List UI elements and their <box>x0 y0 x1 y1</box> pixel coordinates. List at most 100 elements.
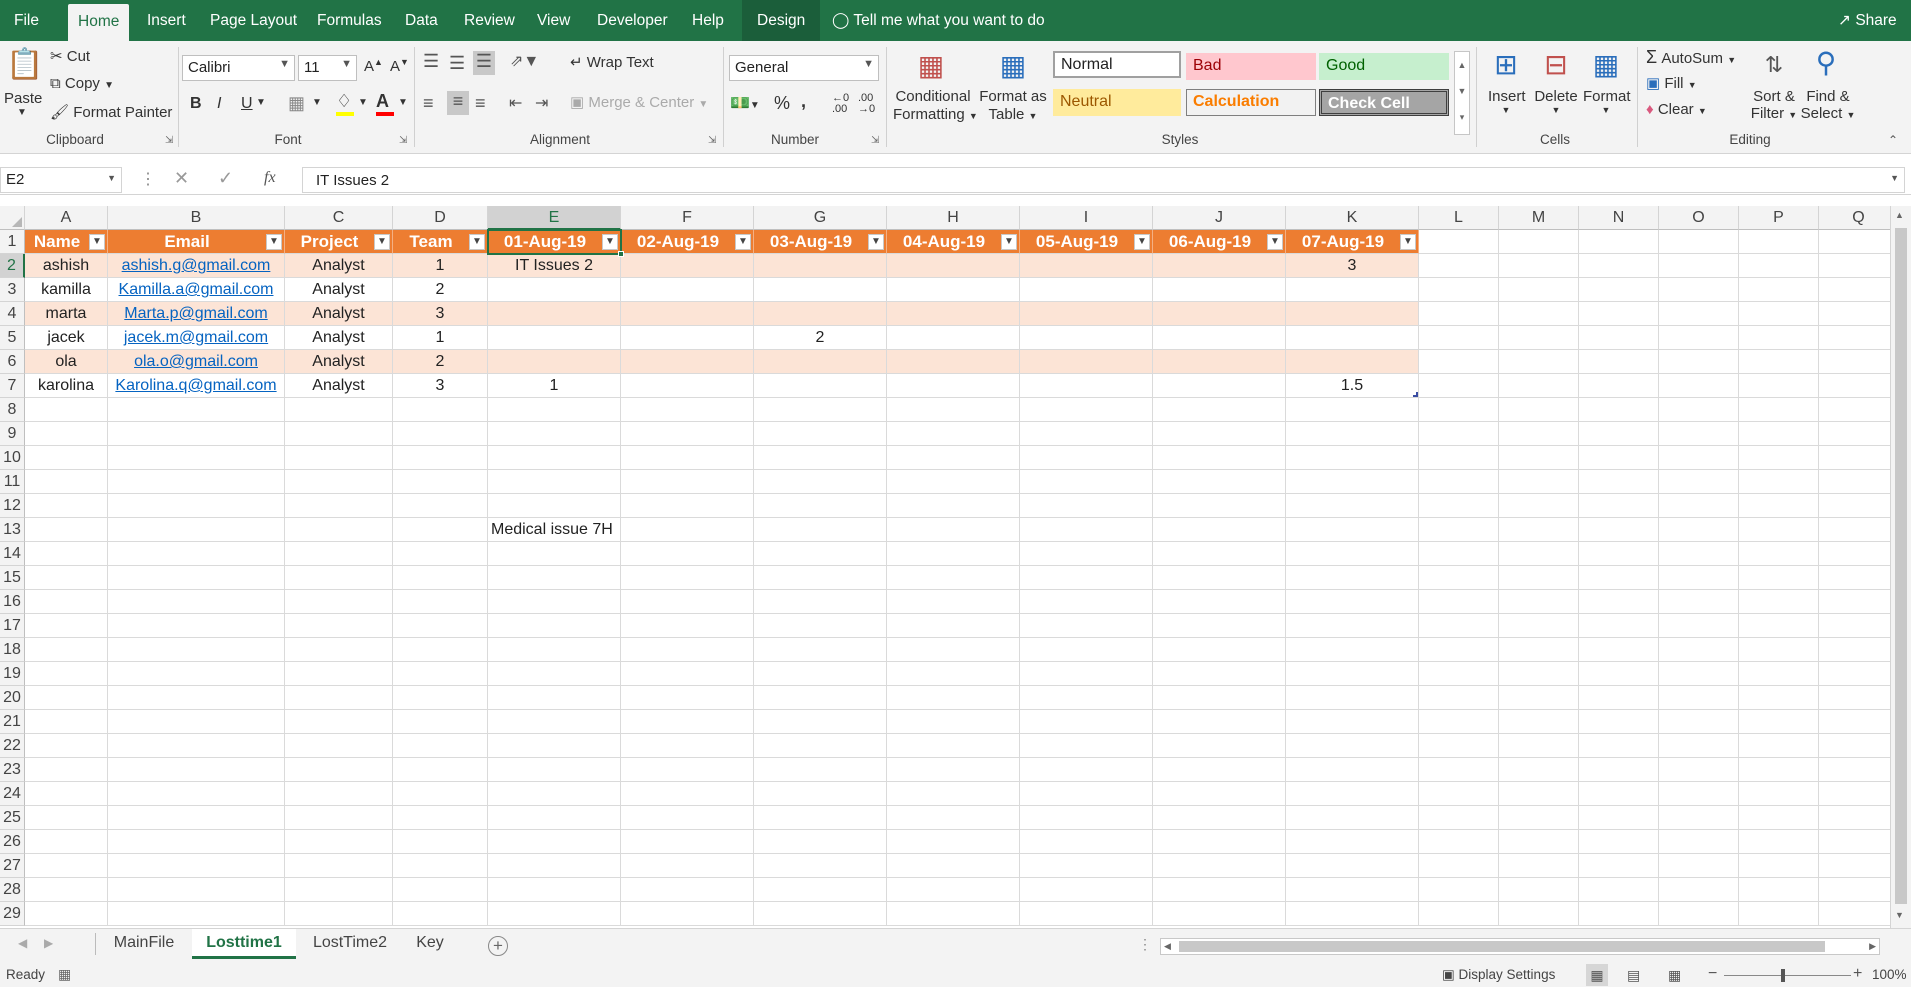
row-header-27[interactable]: 27 <box>0 854 25 878</box>
table-cell[interactable] <box>1739 782 1819 806</box>
table-cell[interactable] <box>1739 686 1819 710</box>
table-cell[interactable] <box>285 902 393 926</box>
table-cell[interactable] <box>1579 254 1659 278</box>
table-cell[interactable] <box>1286 398 1419 422</box>
table-cell[interactable] <box>1153 758 1286 782</box>
table-cell[interactable] <box>393 662 488 686</box>
table-cell[interactable] <box>1153 734 1286 758</box>
table-cell[interactable] <box>1579 470 1659 494</box>
table-cell[interactable] <box>1499 518 1579 542</box>
table-cell[interactable] <box>621 662 754 686</box>
table-cell[interactable]: 1.5 <box>1286 374 1419 398</box>
table-cell[interactable] <box>887 470 1020 494</box>
format-as-table-icon[interactable]: ▦ <box>993 49 1033 83</box>
table-cell[interactable] <box>1153 830 1286 854</box>
table-cell[interactable] <box>754 302 887 326</box>
table-cell[interactable] <box>1739 542 1819 566</box>
table-cell[interactable]: jacek <box>25 326 108 350</box>
table-cell[interactable] <box>285 518 393 542</box>
row-header-21[interactable]: 21 <box>0 710 25 734</box>
table-cell[interactable] <box>1499 422 1579 446</box>
table-cell[interactable] <box>108 758 285 782</box>
table-cell[interactable] <box>887 398 1020 422</box>
style-good[interactable]: Good <box>1319 53 1449 80</box>
table-header[interactable]: Email ▼ <box>108 230 285 254</box>
table-cell[interactable] <box>285 446 393 470</box>
zoom-out-icon[interactable]: − <box>1708 965 1717 983</box>
table-cell[interactable] <box>621 374 754 398</box>
table-cell[interactable] <box>393 446 488 470</box>
table-cell[interactable] <box>108 494 285 518</box>
enter-check-icon[interactable]: ✓ <box>218 168 233 189</box>
paste-icon[interactable]: 📋 <box>6 47 43 83</box>
tab-developer[interactable]: Developer <box>587 0 678 41</box>
table-cell[interactable] <box>1819 758 1890 782</box>
table-cell[interactable] <box>1819 326 1890 350</box>
table-cell[interactable] <box>887 566 1020 590</box>
table-cell[interactable] <box>1419 542 1499 566</box>
table-cell[interactable] <box>488 470 621 494</box>
table-header[interactable]: Team ▼ <box>393 230 488 254</box>
table-cell[interactable] <box>887 806 1020 830</box>
style-normal[interactable]: Normal <box>1053 51 1181 78</box>
table-cell[interactable] <box>1579 230 1659 254</box>
bottom-align-icon[interactable]: ☰ <box>473 51 495 75</box>
table-cell[interactable] <box>1579 878 1659 902</box>
table-cell[interactable] <box>108 806 285 830</box>
medical-note-cell[interactable]: Medical issue 7H <box>488 518 688 542</box>
table-cell[interactable] <box>1659 878 1739 902</box>
table-cell[interactable] <box>25 422 108 446</box>
table-cell[interactable] <box>1153 518 1286 542</box>
table-cell[interactable] <box>754 422 887 446</box>
table-cell[interactable] <box>1286 686 1419 710</box>
table-cell[interactable] <box>1286 446 1419 470</box>
table-cell[interactable] <box>1153 854 1286 878</box>
insert-cells-icon[interactable]: ⊞ <box>1488 47 1524 83</box>
table-cell[interactable] <box>621 614 754 638</box>
table-cell[interactable] <box>1153 902 1286 926</box>
table-cell[interactable] <box>1499 662 1579 686</box>
row-header-17[interactable]: 17 <box>0 614 25 638</box>
cut-button[interactable]: ✂ Cut <box>50 47 90 65</box>
table-cell[interactable] <box>285 878 393 902</box>
format-cells-icon[interactable]: ▦ <box>1588 47 1624 83</box>
table-cell[interactable] <box>25 542 108 566</box>
table-cell[interactable] <box>1419 518 1499 542</box>
table-cell[interactable] <box>1419 686 1499 710</box>
table-cell[interactable] <box>1579 830 1659 854</box>
increase-indent-icon[interactable]: ⇥ <box>535 93 548 113</box>
tab-insert[interactable]: Insert <box>137 0 196 41</box>
table-cell[interactable] <box>887 542 1020 566</box>
table-cell[interactable] <box>754 662 887 686</box>
table-cell[interactable] <box>1419 302 1499 326</box>
table-cell[interactable] <box>1020 734 1153 758</box>
find-select-button[interactable]: Find & Select ▼ <box>1800 88 1856 122</box>
table-cell[interactable] <box>1020 374 1153 398</box>
table-cell[interactable] <box>108 542 285 566</box>
tab-file[interactable]: File <box>4 0 49 41</box>
table-cell[interactable] <box>285 494 393 518</box>
table-header[interactable]: 07-Aug-19 ▼ <box>1286 230 1419 254</box>
dialog-launcher-icon[interactable]: ⇲ <box>708 135 716 146</box>
page-layout-view-icon[interactable]: ▤ <box>1627 964 1640 986</box>
table-cell[interactable] <box>621 830 754 854</box>
table-cell[interactable] <box>1286 614 1419 638</box>
column-header-i[interactable]: I <box>1020 206 1153 230</box>
worksheet-grid[interactable]: A B C D E F G H I J K L M N O P Q 1 2 3 4 5 6 7 8 9 10 11 12 13 14 15 16… <box>0 206 1890 928</box>
table-cell[interactable] <box>108 830 285 854</box>
fill-color-icon[interactable]: ♢ <box>336 91 354 116</box>
table-cell[interactable] <box>754 590 887 614</box>
table-cell[interactable] <box>754 470 887 494</box>
table-cell[interactable] <box>1286 638 1419 662</box>
table-cell[interactable] <box>1286 710 1419 734</box>
table-cell[interactable] <box>285 806 393 830</box>
table-cell[interactable] <box>1499 374 1579 398</box>
table-cell[interactable] <box>1419 854 1499 878</box>
scroll-up-icon[interactable]: ▲ <box>1895 210 1904 220</box>
table-cell[interactable] <box>393 638 488 662</box>
wrap-text-button[interactable]: ↵ Wrap Text <box>570 53 654 71</box>
table-cell[interactable] <box>754 446 887 470</box>
font-size-combo[interactable]: 11 ▼ <box>298 55 357 81</box>
table-cell[interactable] <box>1659 638 1739 662</box>
table-cell[interactable] <box>754 374 887 398</box>
